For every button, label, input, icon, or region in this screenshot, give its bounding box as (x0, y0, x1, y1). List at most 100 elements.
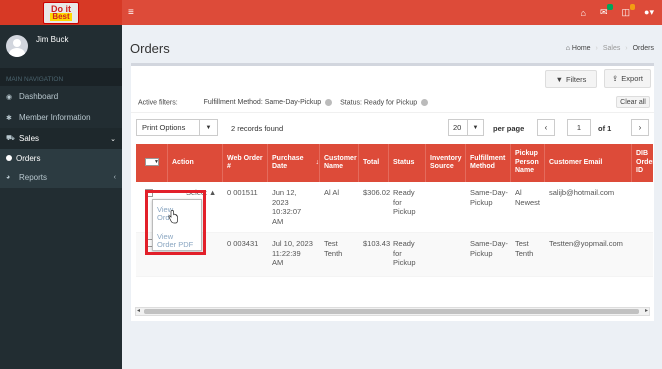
print-options-select[interactable]: Print Options ▼ (136, 119, 218, 136)
header-status[interactable]: Status (389, 144, 426, 182)
breadcrumb: ⌂ Home › Sales › Orders (566, 45, 654, 52)
header-purchase-date[interactable]: Purchase Date ↓ (268, 144, 320, 182)
export-button[interactable]: ⇪ Export (604, 69, 651, 88)
top-navbar: ≡ ⌂ ✉ ◫ ●▾ (122, 0, 662, 25)
purchase-date: Jul 10, 2023 11:22:39 AM (268, 239, 313, 268)
header-dib-order-id[interactable]: DIB Order ID (632, 144, 653, 182)
pie-chart-icon: ◕ (6, 174, 11, 181)
header-inventory-source[interactable]: Inventory Source (426, 144, 466, 182)
date-part: Jul 10, 2023 (272, 239, 313, 248)
breadcrumb-orders: Orders (632, 45, 654, 52)
sidebar-item-label: Reports (19, 173, 48, 182)
page-size-select[interactable]: 20 ▼ (448, 119, 484, 136)
sidebar-item-orders[interactable]: Orders (0, 149, 122, 167)
web-order-number: 0 003431 (227, 239, 259, 248)
status-part: for (393, 197, 402, 207)
view-order-pdf-item[interactable]: View Order PDF (157, 233, 193, 249)
customer-email: salijb@hotmail.com (549, 188, 615, 197)
breadcrumb-separator: › (595, 45, 598, 52)
pickup-part: Newest (515, 197, 541, 207)
date-part: 11:22:39 (272, 248, 301, 258)
filters-label: Filters (566, 74, 587, 84)
status-part: Ready (393, 239, 415, 248)
caret-down-icon: ▼ (467, 120, 483, 135)
top-icons: ⌂ ✉ ◫ ●▾ (581, 0, 654, 25)
row-checkbox[interactable] (145, 189, 153, 197)
pickup-person: Test Tenth (511, 239, 533, 258)
sidebar-item-reports[interactable]: ◕ Reports ‹ (0, 167, 122, 188)
date-part: 10:32:07 (272, 207, 302, 216)
pickup-person: Al Newest (511, 188, 540, 207)
action-select[interactable]: Select ▲ (186, 188, 216, 197)
table-header: Action Web Order # Purchase Date ↓ Custom… (136, 144, 653, 182)
logo[interactable]: Do it Best (43, 1, 79, 24)
sidebar-item-label: Dashboard (19, 92, 59, 101)
web-order-number: 0 001511 (227, 188, 258, 197)
cart-icon: ⛟ (6, 135, 15, 142)
scroll-right-icon[interactable]: ▸ (645, 307, 648, 314)
status-part: for (393, 248, 402, 258)
next-page-button[interactable]: › (631, 119, 649, 136)
header-select-all[interactable] (136, 144, 168, 182)
orders-table: Action Web Order # Purchase Date ↓ Custom… (136, 144, 653, 309)
remove-filter-icon[interactable] (325, 99, 333, 106)
fulfill-part: Pickup (470, 197, 493, 207)
select-all-checkbox[interactable] (145, 158, 159, 167)
header-customer-name[interactable]: Customer Name (320, 144, 359, 182)
horizontal-scrollbar[interactable]: ◂ ▸ (135, 307, 650, 316)
header-label: Purchase Date (272, 154, 304, 171)
dashboard-icon: ◉ (6, 93, 13, 101)
divider (131, 112, 654, 113)
filter-chip-fulfillment: Fulfillment Method: Same-Day-Pickup (203, 99, 322, 107)
export-label: Export (621, 74, 643, 83)
fulfill-part: Same-Day- (470, 239, 508, 248)
header-customer-email[interactable]: Customer Email (545, 144, 632, 182)
user-panel: Jim Buck (0, 25, 122, 65)
user-name: Jim Buck (36, 35, 69, 44)
status-part: Pickup (393, 258, 416, 267)
header-action: Action (168, 144, 223, 182)
customer-email: Testten@yopmail.com (549, 239, 623, 248)
per-page-label: per page (493, 124, 525, 133)
user-menu-icon[interactable]: ●▾ (644, 7, 654, 18)
print-options-label: Print Options (142, 123, 186, 132)
caret-down-icon: ▼ (199, 120, 217, 135)
header-web-order[interactable]: Web Order # (223, 144, 268, 182)
header-fulfillment-method[interactable]: Fulfillment Method (466, 144, 511, 182)
header-total[interactable]: Total (359, 144, 389, 182)
content: Orders ⌂ Home › Sales › Orders ▼ Filters… (122, 25, 662, 369)
page-number-input[interactable]: 1 (567, 119, 591, 136)
fulfill-part: Same-Day- (470, 188, 508, 197)
remove-filter-icon[interactable] (421, 99, 429, 106)
fulfill-part: Pickup (470, 248, 493, 258)
breadcrumb-sales[interactable]: Sales (603, 45, 621, 52)
orders-box: ▼ Filters ⇪ Export Active filters: Fulfi… (131, 63, 654, 321)
prev-page-button[interactable]: ‹ (537, 119, 555, 136)
customer-name: Al Al (324, 188, 340, 197)
notification-icon[interactable]: ◫ (622, 4, 636, 18)
date-part: AM (272, 216, 284, 226)
scroll-thumb[interactable] (144, 309, 639, 314)
mail-icon[interactable]: ✉ (600, 4, 613, 18)
table-row[interactable]: 0 003431 Jul 10, 2023 11:22:39 AM Test Tent… (136, 233, 653, 277)
page-size-value: 20 (453, 123, 462, 132)
sidebar-item-sales[interactable]: ⛟ Sales ⌄ (0, 128, 122, 149)
status-part: Pickup (393, 207, 416, 216)
order-total: $306.02 (363, 188, 391, 197)
name-part: Test (324, 239, 338, 248)
filters-button[interactable]: ▼ Filters (545, 70, 597, 88)
sidebar-item-member-information[interactable]: ✱ Member Information (0, 107, 122, 128)
table-row[interactable]: Select ▲ 0 001511 Jun 12, 2023 10:32:07 AM … (136, 182, 653, 233)
page-title: Orders (130, 41, 170, 56)
pickup-part: Test (515, 239, 529, 248)
menu-toggle-icon[interactable]: ≡ (128, 7, 134, 18)
name-part: Tenth (324, 248, 343, 258)
sidebar-item-dashboard[interactable]: ◉ Dashboard (0, 86, 122, 107)
clear-all-button[interactable]: Clear all (616, 96, 650, 108)
breadcrumb-home[interactable]: Home (572, 45, 591, 52)
home-icon[interactable]: ⌂ (581, 8, 586, 18)
hand-cursor-icon (168, 210, 178, 224)
scroll-left-icon[interactable]: ◂ (137, 307, 140, 314)
logo-text-bottom: Best (50, 11, 72, 21)
header-pickup-person[interactable]: Pickup Person Name (511, 144, 545, 182)
